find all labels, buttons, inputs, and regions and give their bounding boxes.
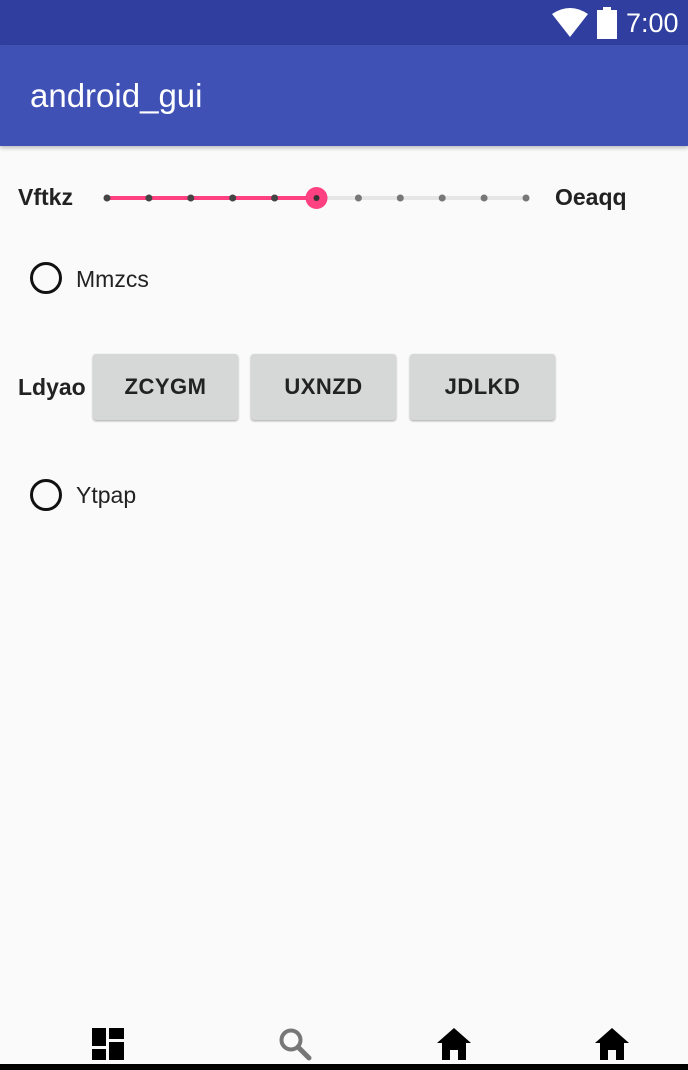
seek-bar-tick xyxy=(522,194,530,202)
battery-icon xyxy=(597,7,617,39)
status-bar: 7:00 xyxy=(0,0,688,45)
button-group-label: Ldyao xyxy=(18,374,86,400)
seek-bar[interactable] xyxy=(0,0,688,1070)
jdlkd-button[interactable]: JDLKD xyxy=(410,354,555,420)
search-icon[interactable] xyxy=(278,1027,312,1061)
app-title: android_gui xyxy=(30,77,203,114)
slider-min-label: Vftkz xyxy=(18,184,73,210)
seek-bar-thumb xyxy=(305,187,328,209)
home-icon[interactable] xyxy=(594,1027,630,1061)
slider-max-label: Oeaqq xyxy=(555,184,627,210)
seek-bar-tick xyxy=(480,194,488,202)
seek-bar-tick xyxy=(103,194,111,202)
radio-button-ytpap[interactable] xyxy=(30,479,62,511)
dashboard-icon[interactable] xyxy=(91,1027,125,1061)
wifi-icon xyxy=(552,8,588,37)
seek-bar-tick xyxy=(187,194,195,202)
home-icon[interactable] xyxy=(436,1027,472,1061)
seek-bar-thumb-dot xyxy=(313,195,320,201)
navigation-bar-edge xyxy=(0,1064,688,1070)
radio-label-mmzcs: Mmzcs xyxy=(76,266,149,292)
seek-bar-tick xyxy=(396,194,404,202)
seek-bar-tick xyxy=(271,194,279,202)
seek-bar-tick xyxy=(438,194,446,202)
zcygm-button[interactable]: ZCYGM xyxy=(93,354,238,420)
seek-bar-tick xyxy=(145,194,153,202)
radio-button-mmzcs[interactable] xyxy=(30,262,62,294)
app-bar: android_gui xyxy=(0,45,688,146)
status-clock: 7:00 xyxy=(626,8,679,38)
uxnzd-button[interactable]: UXNZD xyxy=(251,354,396,420)
seek-bar-tick xyxy=(354,194,362,202)
seek-bar-tick xyxy=(229,194,237,202)
radio-label-ytpap: Ytpap xyxy=(76,482,137,508)
